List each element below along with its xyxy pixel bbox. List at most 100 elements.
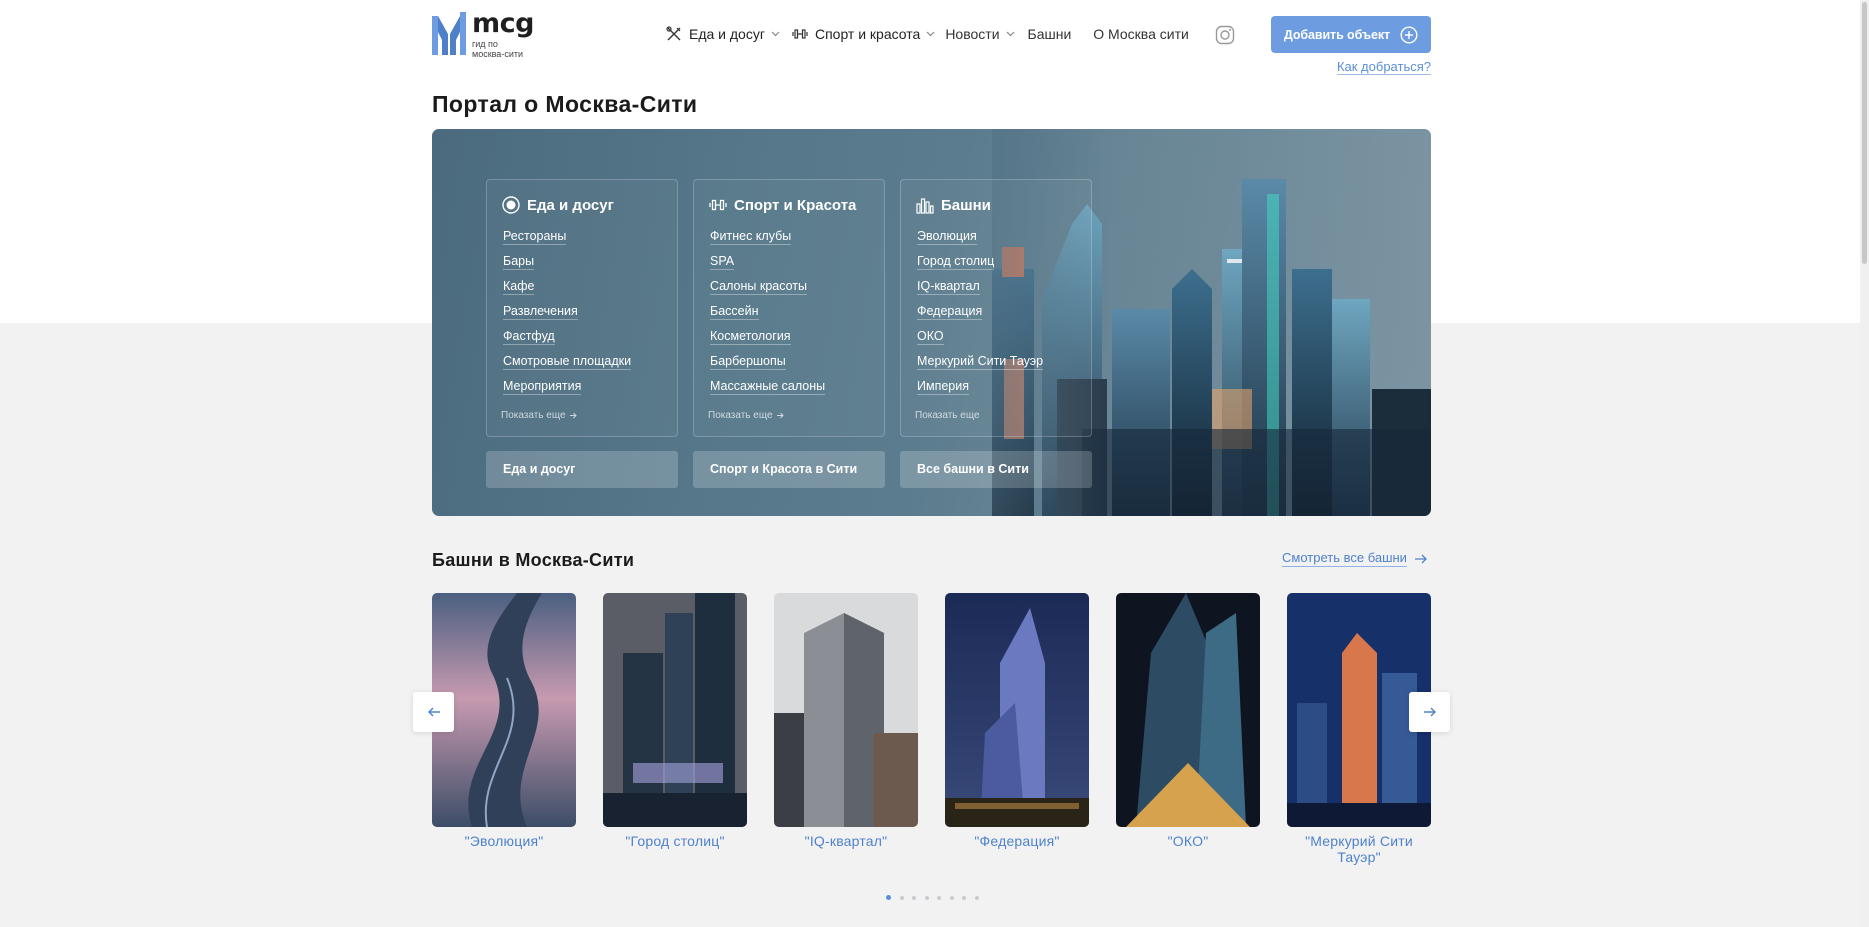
category-link[interactable]: Меркурий Сити Тауэр	[917, 349, 1091, 374]
towers-category-button[interactable]: Все башни в Сити	[900, 451, 1092, 488]
arrow-left-icon	[427, 707, 440, 717]
see-all-towers-link[interactable]: Смотреть все башни	[1282, 550, 1427, 567]
nav-item-food[interactable]: Еда и досуг	[666, 26, 780, 42]
chevron-down-icon	[1006, 31, 1014, 37]
category-link[interactable]: Смотровые площадки	[503, 349, 677, 374]
plus-circle-icon	[1400, 25, 1418, 44]
sport-category-button[interactable]: Спорт и Красота в Сити	[693, 451, 885, 488]
show-more-link[interactable]: Показать еще	[708, 410, 784, 421]
add-object-label: Добавить объект	[1283, 27, 1391, 42]
nav-news-label: Новости	[945, 26, 1000, 42]
tower-name: "ОКО"	[1167, 833, 1209, 849]
category-link[interactable]: Салоны красоты	[710, 274, 884, 299]
show-more-link[interactable]: Показать еще	[915, 410, 980, 421]
arrow-right-icon	[1423, 707, 1436, 717]
category-link[interactable]: Развлечения	[503, 299, 677, 324]
instagram-icon[interactable]	[1215, 25, 1235, 45]
arrow-right-icon	[569, 412, 577, 419]
arrow-right-icon	[1414, 554, 1427, 563]
category-link[interactable]: IQ-квартал	[917, 274, 1091, 299]
category-title: Башни	[941, 196, 991, 214]
pagination-dot[interactable]	[886, 895, 891, 900]
dumbbell-icon	[709, 199, 727, 211]
category-card-towers: Башни Эволюция Город столиц IQ-квартал Ф…	[900, 179, 1092, 437]
nav-item-sport[interactable]: Спорт и красота	[792, 26, 935, 42]
tower-name: "IQ-квартал"	[804, 833, 888, 849]
category-link[interactable]: Рестораны	[503, 224, 677, 249]
tower-card-federation[interactable]: "Федерация"	[945, 593, 1089, 849]
category-title: Спорт и Красота	[734, 196, 857, 214]
pagination-dot[interactable]	[949, 895, 954, 900]
category-link[interactable]: Эволюция	[917, 224, 1091, 249]
category-title: Еда и досуг	[527, 196, 614, 214]
tower-photo	[774, 593, 918, 827]
pagination-dot[interactable]	[899, 895, 904, 900]
tower-name: "Федерация"	[974, 833, 1060, 849]
category-link[interactable]: SPA	[710, 249, 884, 274]
pagination-dot[interactable]	[924, 895, 929, 900]
pagination-dot[interactable]	[974, 895, 979, 900]
nav-about-label: О Москва сити	[1093, 26, 1189, 42]
page-title: Портал о Москва-Сити	[432, 91, 698, 117]
nav-item-news[interactable]: Новости	[945, 26, 1014, 42]
nav-item-towers[interactable]: Башни	[1028, 26, 1072, 42]
food-category-button[interactable]: Еда и досуг	[486, 451, 678, 488]
plate-icon	[502, 196, 520, 214]
category-links: Рестораны Бары Кафе Развлечения Фастфуд …	[502, 224, 677, 399]
category-link[interactable]: ОКО	[917, 324, 1091, 349]
category-links: Фитнес клубы SPA Салоны красоты Бассейн …	[709, 224, 884, 399]
carousel-pagination	[886, 895, 987, 900]
buildings-icon	[916, 198, 934, 214]
nav-towers-label: Башни	[1027, 26, 1072, 42]
page-scrollbar[interactable]	[1860, 0, 1869, 927]
category-link[interactable]: Кафе	[503, 274, 677, 299]
site-logo[interactable]: mcg гид по москва-сити	[432, 8, 534, 59]
pagination-dot[interactable]	[912, 895, 916, 900]
tower-card-iq-quarter[interactable]: "IQ-квартал"	[774, 593, 918, 849]
add-object-button[interactable]: Добавить объект	[1271, 16, 1431, 53]
tower-card-city-of-capitals[interactable]: "Город столиц"	[603, 593, 747, 849]
logo-wordmark: mcg	[472, 8, 534, 39]
logo-mark-icon	[432, 12, 466, 55]
tower-photo	[945, 593, 1089, 827]
tower-card-oko[interactable]: "ОКО"	[1116, 593, 1260, 849]
tower-name: "Меркурий Сити Тауэр"	[1305, 833, 1413, 865]
main-nav: Еда и досуг Спорт и красота Новости Башн…	[666, 26, 1189, 42]
category-link[interactable]: Мероприятия	[503, 374, 677, 399]
logo-subtitle-line2: москва-сити	[472, 48, 523, 59]
pagination-dot[interactable]	[937, 895, 941, 900]
chevron-down-icon	[771, 31, 780, 37]
category-card-food: Еда и досуг Рестораны Бары Кафе Развлече…	[486, 179, 678, 437]
tower-name: "Эволюция"	[464, 833, 544, 849]
show-more-link[interactable]: Показать еще	[501, 410, 577, 421]
tower-photo	[603, 593, 747, 827]
carousel-next-button[interactable]	[1409, 692, 1450, 732]
category-card-sport: Спорт и Красота Фитнес клубы SPA Салоны …	[693, 179, 885, 437]
category-link[interactable]: Массажные салоны	[710, 374, 884, 399]
how-to-get-link[interactable]: Как добраться?	[1336, 59, 1431, 75]
category-link[interactable]: Барбершопы	[710, 349, 884, 374]
category-link[interactable]: Империя	[917, 374, 1091, 399]
nav-sport-label: Спорт и красота	[814, 26, 921, 42]
category-link[interactable]: Фастфуд	[503, 324, 677, 349]
category-link[interactable]: Косметология	[710, 324, 884, 349]
category-link[interactable]: Бары	[503, 249, 677, 274]
category-link[interactable]: Федерация	[917, 299, 1091, 324]
carousel-prev-button[interactable]	[413, 692, 454, 732]
dumbbell-icon	[792, 29, 808, 39]
chevron-down-icon	[926, 31, 935, 37]
tower-photo	[1116, 593, 1260, 827]
category-link[interactable]: Бассейн	[710, 299, 884, 324]
category-link[interactable]: Город столиц	[917, 249, 1091, 274]
hero-banner: Еда и досуг Рестораны Бары Кафе Развлече…	[432, 129, 1431, 516]
pagination-dot[interactable]	[962, 895, 966, 900]
site-header: mcg гид по москва-сити Еда и досуг Спорт…	[432, 8, 1431, 78]
scrollbar-thumb[interactable]	[1862, 2, 1867, 264]
category-links: Эволюция Город столиц IQ-квартал Федерац…	[916, 224, 1091, 399]
tower-name: "Город столиц"	[625, 833, 725, 849]
nav-food-label: Еда и досуг	[689, 26, 765, 42]
cutlery-icon	[666, 26, 681, 41]
category-link[interactable]: Фитнес клубы	[710, 224, 884, 249]
arrow-right-icon	[776, 412, 784, 419]
nav-item-about[interactable]: О Москва сити	[1093, 26, 1189, 42]
